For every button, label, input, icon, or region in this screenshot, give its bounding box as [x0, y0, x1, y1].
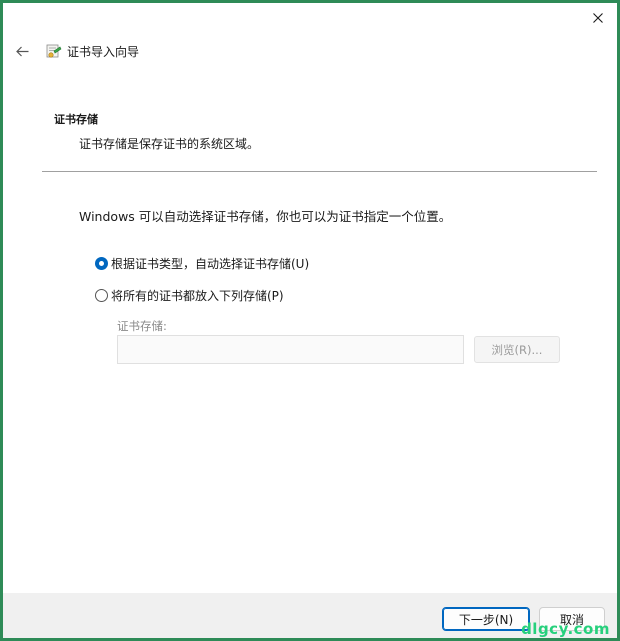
certificate-icon [45, 42, 63, 60]
radio-unselected[interactable] [95, 289, 108, 302]
title-bar [3, 3, 617, 33]
place-in-store-option[interactable]: 将所有的证书都放入下列存储(P) [95, 287, 284, 304]
next-button[interactable]: 下一步(N) [442, 607, 530, 631]
certificate-store-label: 证书存储: [117, 319, 167, 333]
watermark: dlgcy.com [521, 620, 610, 638]
back-button[interactable] [11, 40, 33, 62]
option-label: 将所有的证书都放入下列存储(P) [111, 289, 284, 303]
radio-selected[interactable] [95, 257, 108, 270]
close-icon [593, 13, 603, 23]
divider [42, 171, 597, 172]
option-label: 根据证书类型，自动选择证书存储(U) [111, 257, 310, 271]
section-description: 证书存储是保存证书的系统区域。 [79, 137, 260, 151]
certificate-store-field[interactable] [117, 335, 464, 364]
wizard-title: 证书导入向导 [67, 44, 140, 59]
close-button[interactable] [579, 3, 617, 33]
intro-text: Windows 可以自动选择证书存储，你也可以为证书指定一个位置。 [79, 209, 452, 224]
wizard-header: 证书导入向导 [11, 39, 139, 63]
section-title: 证书存储 [54, 113, 98, 126]
certificate-import-wizard-window: 证书导入向导 证书存储 证书存储是保存证书的系统区域。 Windows 可以自动… [3, 3, 617, 638]
back-arrow-icon [15, 46, 28, 56]
browse-button[interactable]: 浏览(R)... [474, 336, 560, 363]
auto-select-store-option[interactable]: 根据证书类型，自动选择证书存储(U) [95, 255, 309, 272]
